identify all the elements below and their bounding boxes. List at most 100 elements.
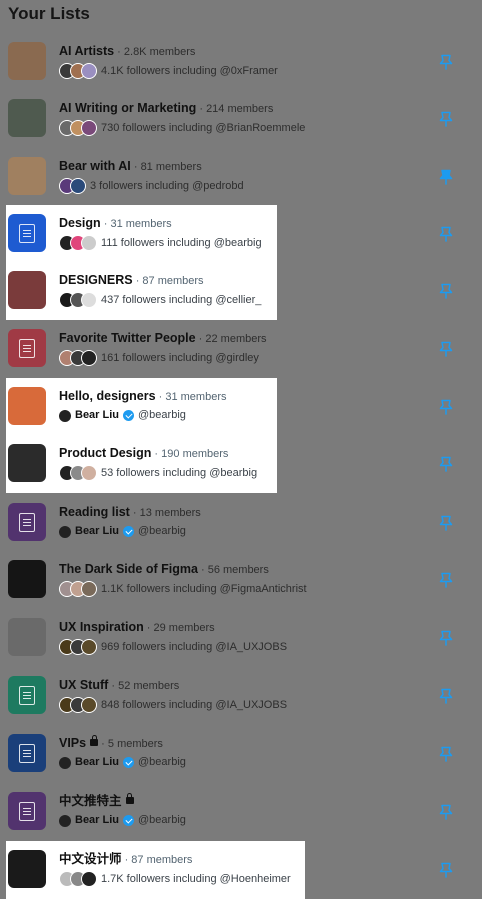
followers-text: 848 followers including @IA_UXJOBS: [101, 698, 288, 711]
list-name[interactable]: Design: [59, 216, 101, 230]
avatar: [81, 465, 97, 481]
pin-icon[interactable]: [439, 341, 453, 357]
list-thumbnail: [8, 157, 46, 195]
pin-icon[interactable]: [439, 169, 453, 185]
list-name[interactable]: AI Artists: [59, 44, 114, 58]
follower-avatars: [59, 581, 97, 597]
owner-avatar: [59, 409, 71, 422]
follower-avatars: [59, 465, 97, 481]
follower-avatars: [59, 292, 97, 308]
list-row[interactable]: 中文设计师 · 87 members 1.7K followers includi…: [6, 841, 305, 899]
list-thumbnail: [8, 42, 46, 80]
lists-header: Your Lists: [0, 0, 482, 34]
pin-icon[interactable]: [439, 54, 453, 70]
list-row[interactable]: UX Stuff · 52 members 848 followers inclu…: [0, 667, 482, 725]
list-row[interactable]: Bear with AI · 81 members 3 followers inc…: [0, 148, 482, 206]
list-name[interactable]: AI Writing or Marketing: [59, 101, 196, 115]
list-name[interactable]: Bear with AI: [59, 159, 131, 173]
list-name[interactable]: 中文设计师: [59, 852, 122, 866]
list-name[interactable]: UX Inspiration: [59, 620, 144, 634]
verified-badge-icon: [123, 757, 135, 768]
list-row[interactable]: The Dark Side of Figma · 56 members 1.1K …: [0, 551, 482, 609]
member-count-value: 13 members: [139, 507, 201, 519]
member-count-value: 81 members: [140, 161, 202, 173]
list-thumbnail: [8, 271, 46, 309]
pin-icon[interactable]: [439, 515, 453, 531]
list-name[interactable]: VIPs: [59, 736, 86, 750]
followers-text: 4.1K followers including @0xFramer: [101, 64, 278, 77]
list-thumbnail: [8, 387, 46, 425]
owner-handle: @bearbig: [138, 814, 186, 826]
follower-avatars: [59, 235, 97, 251]
followers-text: 437 followers including @cellier_: [101, 293, 262, 306]
list-row[interactable]: AI Writing or Marketing · 214 members 730…: [0, 90, 482, 148]
list-name[interactable]: Favorite Twitter People: [59, 331, 196, 345]
member-count-value: 31 members: [110, 218, 172, 230]
pin-icon[interactable]: [439, 630, 453, 646]
list-thumbnail: [8, 560, 46, 598]
list-row[interactable]: Hello, designers · 31 members Bear Liu @be…: [6, 378, 277, 436]
member-count-value: 5 members: [107, 738, 163, 750]
pin-icon[interactable]: [439, 804, 453, 820]
pin-icon[interactable]: [439, 399, 453, 415]
pin-icon[interactable]: [439, 572, 453, 588]
member-count: · 214 members: [196, 103, 274, 115]
list-thumbnail: [8, 214, 46, 252]
lock-icon: [90, 735, 99, 746]
avatar: [81, 639, 97, 655]
list-name[interactable]: 中文推特主: [59, 794, 122, 808]
avatar: [81, 120, 97, 136]
list-icon: [19, 513, 35, 532]
member-count-value: 87 members: [131, 854, 193, 866]
pin-icon[interactable]: [439, 746, 453, 762]
member-count: · 31 members: [100, 218, 172, 230]
owner-name[interactable]: Bear Liu: [75, 813, 119, 828]
pin-icon[interactable]: [439, 862, 453, 878]
member-count: · 29 members: [143, 622, 215, 634]
list-thumbnail: [8, 99, 46, 137]
pin-icon[interactable]: [439, 283, 453, 299]
avatar: [81, 581, 97, 597]
owner-name[interactable]: Bear Liu: [75, 755, 119, 770]
list-thumbnail: [8, 792, 46, 830]
member-count: · 2.8K members: [114, 46, 196, 58]
list-row[interactable]: DESIGNERS · 87 members 437 followers incl…: [6, 262, 277, 320]
pin-icon[interactable]: [439, 111, 453, 127]
followers-text: 111 followers including @bearbig: [101, 236, 262, 249]
list-row[interactable]: Design · 31 members 111 followers includi…: [6, 205, 277, 263]
member-count-value: 22 members: [205, 333, 267, 345]
list-name[interactable]: The Dark Side of Figma: [59, 562, 198, 576]
owner-name[interactable]: Bear Liu: [75, 408, 119, 423]
list-row[interactable]: UX Inspiration · 29 members 969 followers…: [0, 609, 482, 667]
list-icon: [19, 802, 35, 821]
pin-icon[interactable]: [439, 226, 453, 242]
list-name[interactable]: Hello, designers: [59, 389, 156, 403]
follower-avatars: [59, 120, 97, 136]
followers-text: 3 followers including @pedrobd: [90, 179, 244, 192]
member-count: · 5 members: [98, 738, 163, 750]
list-row[interactable]: 中文推特主 Bear Liu @bearbig: [0, 783, 482, 841]
list-row[interactable]: VIPs · 5 members Bear Liu @bearbig: [0, 725, 482, 783]
owner-handle: @bearbig: [138, 756, 186, 768]
follower-avatars: [59, 697, 97, 713]
list-row[interactable]: Reading list · 13 members Bear Liu @bearbi…: [0, 494, 482, 552]
list-name[interactable]: Product Design: [59, 446, 151, 460]
list-row[interactable]: Product Design · 190 members 53 followers…: [6, 435, 277, 493]
member-count: · 190 members: [151, 448, 229, 460]
member-count: · 52 members: [108, 680, 180, 692]
list-name[interactable]: UX Stuff: [59, 678, 108, 692]
pin-icon[interactable]: [439, 456, 453, 472]
owner-name[interactable]: Bear Liu: [75, 524, 119, 539]
avatar: [81, 63, 97, 79]
list-row[interactable]: AI Artists · 2.8K members 4.1K followers …: [0, 33, 482, 91]
followers-text: 1.1K followers including @FigmaAntichris…: [101, 582, 307, 595]
pin-icon[interactable]: [439, 688, 453, 704]
followers-text: 53 followers including @bearbig: [101, 466, 258, 479]
list-icon: [19, 224, 35, 243]
list-name[interactable]: DESIGNERS: [59, 273, 133, 287]
list-row[interactable]: Favorite Twitter People · 22 members 161 …: [0, 320, 482, 378]
avatar: [81, 350, 97, 366]
member-count: · 87 members: [132, 275, 204, 287]
member-count-value: 214 members: [206, 103, 274, 115]
list-name[interactable]: Reading list: [59, 505, 130, 519]
